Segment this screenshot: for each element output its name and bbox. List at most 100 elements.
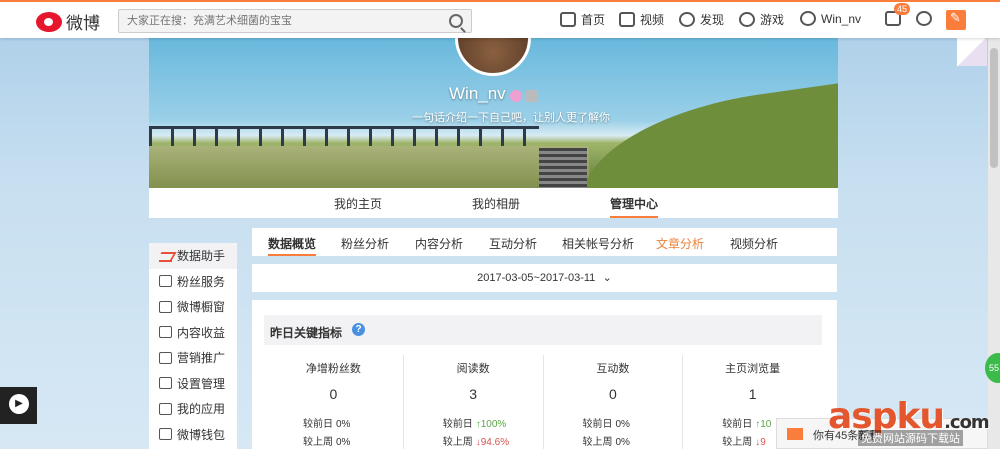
metric-reads: 阅读数 3 较前日 ↑100% 较上周 ↓94.6% [402, 355, 543, 449]
analysis-tabs: 数据概览 粉丝分析 内容分析 互动分析 相关帐号分析 文章分析 视频分析 [252, 228, 837, 256]
metric-day-compare: 较前日 ↑10 [719, 415, 771, 430]
metric-name: 阅读数 [456, 363, 490, 375]
metric-week-compare: 较上周 0% [580, 433, 630, 448]
compare-label: 较上周 [722, 437, 753, 448]
metric-day-compare: 较前日 ↑100% [440, 415, 507, 430]
tab-content-analysis[interactable]: 内容分析 [415, 235, 463, 252]
metrics-row: 净增粉丝数 0 较前日 0% 较上周 0% 阅读数 3 较前日 ↑100% 较上周 ↓9… [264, 355, 822, 449]
gear-icon [916, 11, 932, 26]
logo-text: 微博 [66, 14, 100, 34]
sidebar-item-label: 粉丝服务 [177, 274, 226, 289]
metric-net-fans: 净增粉丝数 0 较前日 0% 较上周 0% [264, 355, 403, 449]
metric-name: 主页浏览量 [725, 363, 781, 375]
sidebar-item-label: 设置管理 [177, 376, 226, 391]
message-count-badge: 45 [894, 3, 911, 15]
management-sidebar: 数据助手 粉丝服务 微博橱窗 内容收益 营销推广 设置管理 我的应用 微博钱包 [149, 243, 237, 449]
metric-value: 3 [469, 386, 478, 402]
metric-name: 互动数 [596, 363, 630, 375]
video-icon [619, 12, 635, 27]
help-icon[interactable]: ? [352, 323, 365, 336]
compass-icon [679, 12, 695, 27]
weibo-logo[interactable]: 微博 [36, 9, 100, 34]
metric-week-compare: 较上周 ↓94.6% [440, 433, 509, 448]
card-title: 昨日关键指标 [270, 326, 343, 340]
page-scrollbar[interactable] [988, 38, 1000, 449]
compare-label: 较前日 [303, 419, 333, 430]
nav-video[interactable]: 视频 [619, 11, 664, 28]
sidebar-item-my-apps[interactable]: 我的应用 [149, 396, 237, 422]
play-video-button[interactable] [0, 387, 37, 424]
tab-video-analysis[interactable]: 视频分析 [730, 235, 778, 252]
nav-video-label: 视频 [640, 13, 665, 27]
female-icon [510, 90, 522, 102]
sidebar-item-settings[interactable]: 设置管理 [149, 371, 237, 397]
compare-label: 较上周 [442, 437, 473, 448]
revenue-icon [159, 326, 172, 339]
search-input[interactable] [119, 10, 439, 32]
metric-week-compare: 较上周 ↓9 [719, 433, 766, 448]
gamepad-icon [739, 12, 755, 27]
watermark-subtitle: 免费网站源码下载站 [858, 430, 963, 446]
tab-article-analysis[interactable]: 文章分析 [656, 235, 704, 252]
sidebar-item-label: 营销推广 [177, 351, 226, 366]
nav-games[interactable]: 游戏 [739, 11, 784, 28]
nav-discover[interactable]: 发现 [679, 11, 724, 28]
compare-value: ↓94.6% [475, 437, 510, 448]
tab-related-accounts[interactable]: 相关帐号分析 [562, 235, 634, 252]
search-icon[interactable] [449, 14, 463, 28]
nav-user[interactable]: Win_nv [800, 11, 861, 26]
nav-settings[interactable] [916, 11, 932, 26]
level-icon[interactable] [526, 90, 538, 102]
profile-tabs: 我的主页 我的相册 管理中心 [149, 188, 838, 218]
fans-icon [159, 275, 172, 288]
metric-day-compare: 较前日 0% [580, 415, 630, 430]
sidebar-item-fan-service[interactable]: 粉丝服务 [149, 269, 237, 295]
wallet-icon [159, 428, 172, 441]
tab-my-home[interactable]: 我的主页 [334, 195, 382, 212]
metric-value: 0 [608, 386, 617, 402]
metric-value: 1 [748, 386, 757, 402]
avatar[interactable] [455, 38, 531, 76]
nav-user-label: Win_nv [821, 11, 862, 26]
date-range-selector[interactable]: 2017-03-05~2017-03-11 ⌄ [252, 264, 837, 292]
chevron-down-icon: ⌄ [602, 272, 612, 284]
sidebar-item-label: 我的应用 [177, 402, 226, 417]
page-corner-fold[interactable] [957, 38, 987, 66]
metric-day-compare: 较前日 0% [300, 415, 350, 430]
nav-home[interactable]: 首页 [560, 11, 605, 28]
tab-interaction-analysis[interactable]: 互动分析 [489, 235, 537, 252]
sidebar-item-label: 数据助手 [177, 249, 226, 264]
cover-ground [149, 146, 589, 188]
compare-value: 0% [336, 419, 351, 430]
profile-tagline[interactable]: 一句话介绍一下自己吧，让别人更了解你 [412, 109, 610, 125]
compare-label: 较前日 [442, 419, 473, 430]
sidebar-item-data-assistant[interactable]: 数据助手 [149, 243, 237, 269]
sidebar-item-wallet[interactable]: 微博钱包 [149, 422, 237, 448]
scrollbar-thumb[interactable] [990, 48, 998, 168]
profile-username[interactable]: Win_nv [449, 84, 506, 104]
sidebar-item-content-revenue[interactable]: 内容收益 [149, 320, 237, 346]
home-icon [560, 12, 576, 27]
tab-management-center[interactable]: 管理中心 [610, 195, 659, 218]
user-icon [800, 11, 816, 26]
apps-grid-icon [159, 402, 172, 415]
sidebar-item-marketing[interactable]: 营销推广 [149, 345, 237, 371]
shopping-bag-icon [159, 351, 172, 364]
key-metrics-card: 昨日关键指标 ? 净增粉丝数 0 较前日 0% 较上周 0% 阅读数 3 较前日 ↑1… [252, 300, 837, 449]
avatar-image [455, 38, 531, 76]
tab-my-album[interactable]: 我的相册 [472, 195, 520, 212]
cover-stairs [539, 148, 587, 188]
sidebar-item-label: 微博橱窗 [177, 300, 226, 315]
top-navbar: 微博 首页 视频 发现 游戏 Win_nv 45 [0, 0, 1000, 38]
metric-value: 0 [329, 386, 338, 402]
store-icon [159, 300, 172, 313]
compare-label: 较上周 [303, 437, 333, 448]
metric-name: 净增粉丝数 [305, 363, 361, 375]
card-header: 昨日关键指标 ? [264, 315, 822, 345]
tab-fan-analysis[interactable]: 粉丝分析 [341, 235, 389, 252]
compare-value: ↑100% [475, 419, 507, 430]
sidebar-item-showcase[interactable]: 微博橱窗 [149, 294, 237, 320]
compose-icon[interactable] [946, 10, 966, 30]
sidebar-item-label: 内容收益 [177, 325, 226, 340]
tab-data-overview[interactable]: 数据概览 [268, 235, 317, 256]
